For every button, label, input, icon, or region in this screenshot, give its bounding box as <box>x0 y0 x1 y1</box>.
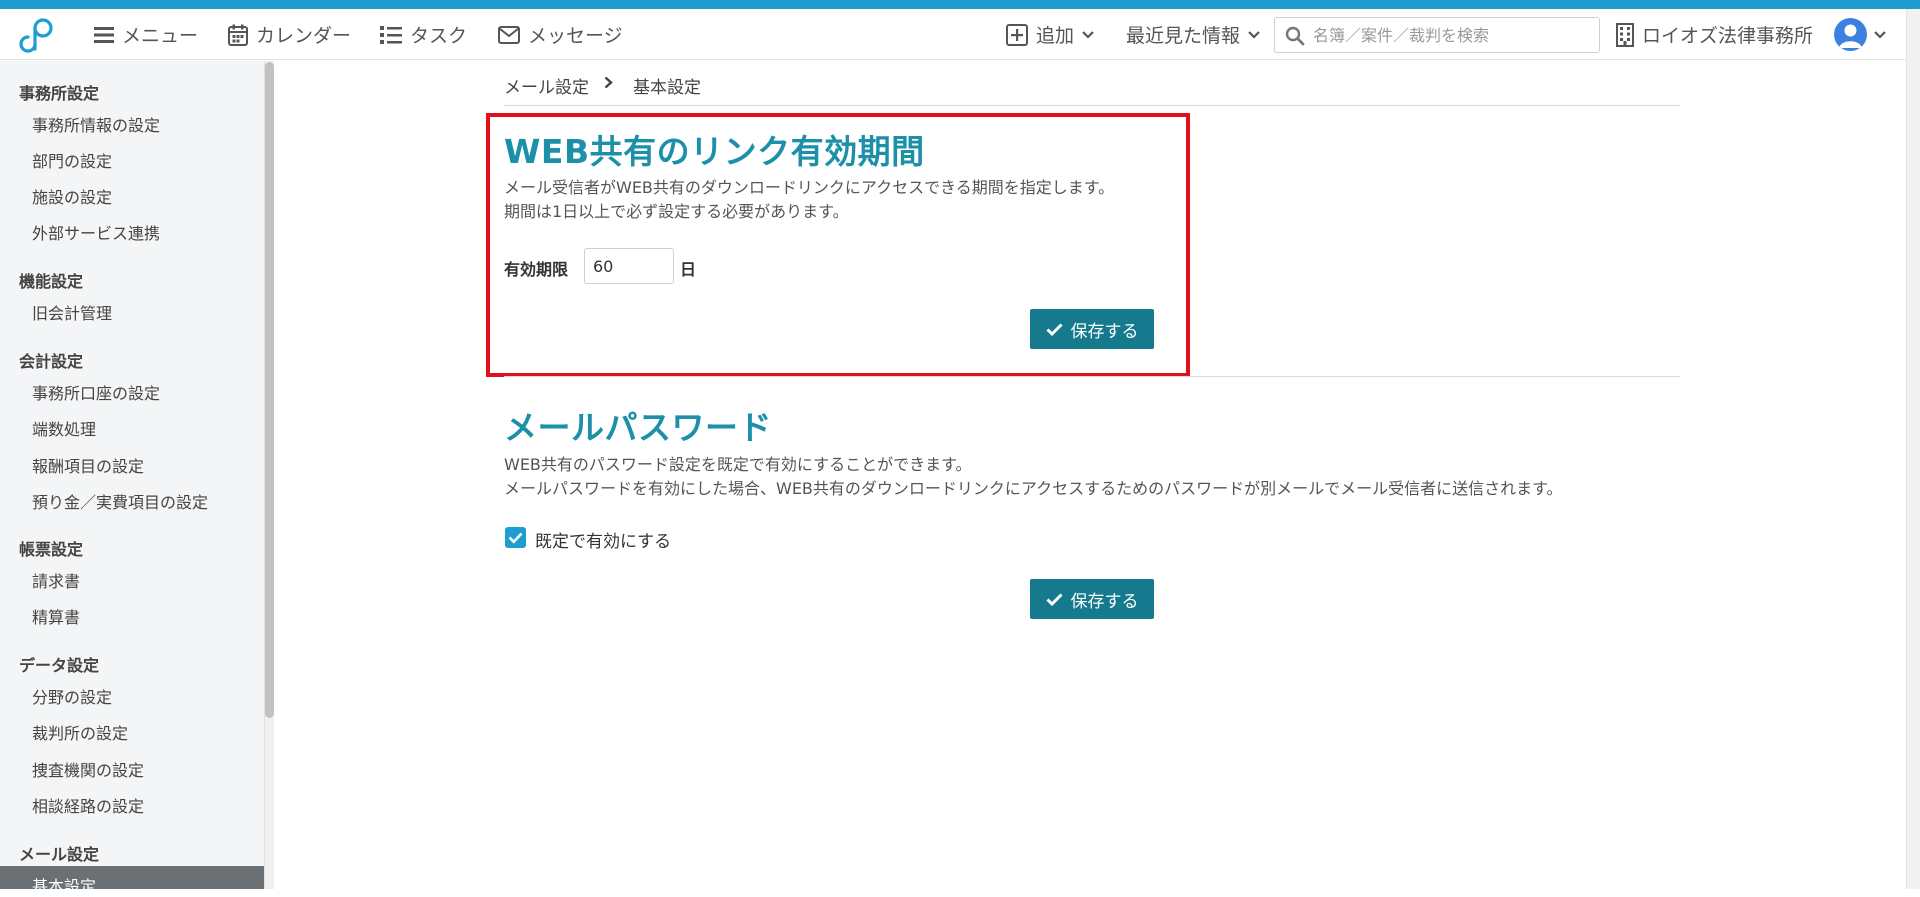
message-link[interactable]: メッセージ <box>498 9 623 60</box>
hamburger-icon <box>94 26 114 43</box>
sidebar-item-facility[interactable]: 施設の設定 <box>32 184 112 208</box>
mail-password-desc-1: WEB共有のパスワード設定を既定で有効にすることができます。 <box>504 455 972 474</box>
recent-dropdown[interactable]: 最近見た情報 <box>1126 9 1260 60</box>
sidebar-item-fields[interactable]: 分野の設定 <box>32 684 112 708</box>
chevron-right-icon <box>604 76 613 89</box>
sidebar-item-rounding[interactable]: 端数処理 <box>32 416 96 440</box>
sidebar-item-department[interactable]: 部門の設定 <box>32 148 112 172</box>
sidebar-item-office-account[interactable]: 事務所口座の設定 <box>32 380 160 404</box>
breadcrumb-parent[interactable]: メール設定 <box>504 73 589 98</box>
save-password-button[interactable]: 保存する <box>1030 579 1154 619</box>
checkmark-icon <box>508 532 523 544</box>
save-password-label: 保存する <box>1070 591 1139 612</box>
mail-password-desc-2: メールパスワードを有効にした場合、WEB共有のダウンロードリンクにアクセスするた… <box>504 479 1563 498</box>
sidebar-scrollbar-thumb[interactable] <box>265 62 274 718</box>
user-avatar-icon[interactable] <box>1834 18 1867 51</box>
envelope-icon <box>498 25 520 44</box>
menu-label: メニュー <box>122 25 199 47</box>
top-accent-bar <box>0 0 1920 9</box>
office-switcher[interactable]: ロイオズ法律事務所 <box>1616 9 1813 60</box>
office-name: ロイオズ法律事務所 <box>1642 25 1814 47</box>
sidebar-item-settlement[interactable]: 精算書 <box>32 604 80 628</box>
sidebar-item-legacy-accounting[interactable]: 旧会計管理 <box>32 300 112 324</box>
expiry-field-label: 有効期限 <box>504 260 569 279</box>
sidebar-heading-mail: メール設定 <box>19 845 100 864</box>
chevron-down-icon[interactable] <box>1874 31 1886 39</box>
sidebar-heading-data: データ設定 <box>19 656 100 675</box>
app-header: メニュー カレンダー タスク メッセージ 追加 最近見た情報 名簿／案件／裁判を… <box>0 9 1906 60</box>
expiry-unit-label: 日 <box>680 260 697 279</box>
calendar-label: カレンダー <box>256 25 352 47</box>
check-icon <box>1045 592 1063 606</box>
settings-sidebar: 事務所設定 事務所情報の設定 部門の設定 施設の設定 外部サービス連携 機能設定… <box>0 61 264 889</box>
expiry-days-input[interactable] <box>584 248 674 284</box>
sidebar-item-office-info[interactable]: 事務所情報の設定 <box>32 112 160 136</box>
message-label: メッセージ <box>528 25 623 47</box>
app-logo-icon[interactable] <box>18 15 58 55</box>
sidebar-heading-accounting: 会計設定 <box>19 352 84 371</box>
sidebar-item-external-services[interactable]: 外部サービス連携 <box>32 220 160 244</box>
save-expiry-button[interactable]: 保存する <box>1030 309 1154 349</box>
section-divider <box>504 376 1680 377</box>
building-icon <box>1616 22 1634 47</box>
sidebar-item-mail-basic-label: 基本設定 <box>32 877 97 896</box>
breadcrumb-current: 基本設定 <box>633 78 701 98</box>
link-expiry-title: WEB共有のリンク有効期間 <box>504 132 925 171</box>
sidebar-heading-forms: 帳票設定 <box>19 540 84 559</box>
menu-button[interactable]: メニュー <box>94 9 198 60</box>
chevron-down-icon <box>1248 30 1260 39</box>
user-silhouette-icon <box>1839 24 1862 48</box>
link-expiry-desc-1: メール受信者がWEB共有のダウンロードリンクにアクセスできる期間を指定します。 <box>504 178 1115 197</box>
sidebar-item-courts[interactable]: 裁判所の設定 <box>32 720 128 744</box>
chevron-down-icon <box>1082 30 1094 39</box>
task-label: タスク <box>410 25 468 47</box>
default-enable-label[interactable]: 既定で有効にする <box>535 527 671 552</box>
search-icon <box>1285 26 1305 46</box>
sidebar-item-deposit-items[interactable]: 預り金／実費項目の設定 <box>32 489 208 513</box>
calendar-icon <box>228 24 248 46</box>
sidebar-item-invoice[interactable]: 請求書 <box>32 568 80 592</box>
sidebar-item-fee-items[interactable]: 報酬項目の設定 <box>32 453 144 477</box>
calendar-link[interactable]: カレンダー <box>228 9 351 60</box>
recent-label: 最近見た情報 <box>1126 25 1241 47</box>
task-link[interactable]: タスク <box>380 9 467 60</box>
page-scrollbar[interactable] <box>1906 9 1920 889</box>
global-search <box>1274 17 1600 53</box>
link-expiry-desc-2: 期間は1日以上で必ず設定する必要があります。 <box>504 202 849 221</box>
search-input[interactable] <box>1313 18 1595 52</box>
sidebar-heading-features: 機能設定 <box>19 272 84 291</box>
save-expiry-label: 保存する <box>1070 321 1139 342</box>
check-icon <box>1045 322 1063 336</box>
mail-password-title: メールパスワード <box>504 408 772 447</box>
plus-square-icon <box>1006 23 1028 46</box>
task-list-icon <box>380 25 402 44</box>
sidebar-heading-office: 事務所設定 <box>19 84 100 103</box>
sidebar-item-consult-routes[interactable]: 相談経路の設定 <box>32 793 144 817</box>
default-enable-checkbox[interactable] <box>505 527 526 548</box>
breadcrumb-divider <box>504 105 1680 106</box>
sidebar-item-investigative-agencies[interactable]: 捜査機関の設定 <box>32 757 144 781</box>
add-label: 追加 <box>1036 25 1075 47</box>
add-dropdown[interactable]: 追加 <box>1006 9 1094 60</box>
